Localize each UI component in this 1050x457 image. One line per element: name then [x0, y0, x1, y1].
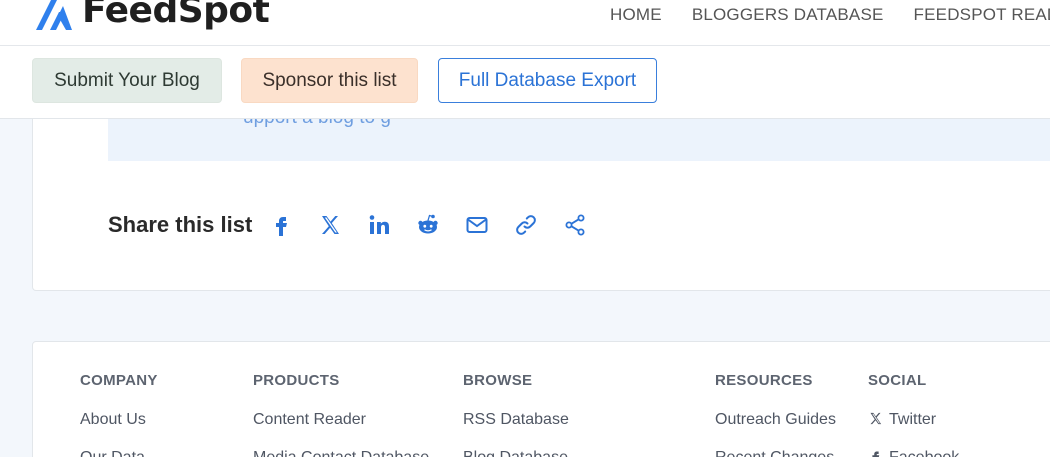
- footer-heading-social: SOCIAL: [868, 372, 927, 389]
- footer-link-facebook[interactable]: Facebook: [868, 448, 959, 457]
- callout-partial-text: upport a blog to g: [243, 119, 391, 129]
- footer-col-resources: RESOURCES Outreach Guides Recent Changes: [715, 372, 836, 457]
- x-twitter-icon[interactable]: [317, 212, 343, 238]
- main-nav: HOME BLOGGERS DATABASE FEEDSPOT READER: [610, 5, 1050, 25]
- sponsor-list-button[interactable]: Sponsor this list: [241, 58, 418, 103]
- footer-link-recent-changes[interactable]: Recent Changes: [715, 448, 836, 457]
- footer-link-media-contact-database[interactable]: Media Contact Database: [253, 448, 429, 457]
- footer-link-blog-database[interactable]: Blog Database: [463, 448, 569, 457]
- linkedin-icon[interactable]: [366, 212, 392, 238]
- brand-name: FeedSpot: [82, 0, 270, 31]
- footer-heading-browse: BROWSE: [463, 372, 533, 389]
- footer-link-rss-database[interactable]: RSS Database: [463, 410, 569, 430]
- footer-link-outreach-guides[interactable]: Outreach Guides: [715, 410, 836, 430]
- x-twitter-icon: [870, 412, 882, 425]
- nav-home[interactable]: HOME: [610, 5, 662, 25]
- link-icon[interactable]: [513, 212, 539, 238]
- feedspot-logo-icon: [36, 0, 72, 30]
- footer-link-content-reader[interactable]: Content Reader: [253, 410, 429, 430]
- footer-link-about-us[interactable]: About Us: [80, 410, 158, 430]
- database-export-button[interactable]: Full Database Export: [438, 58, 657, 103]
- reddit-icon[interactable]: [415, 212, 441, 238]
- facebook-icon: [872, 451, 880, 457]
- share-title: Share this list: [108, 212, 253, 237]
- footer-col-social: SOCIAL Twitter Facebook: [868, 372, 959, 457]
- action-bar: Submit Your Blog Sponsor this list Full …: [0, 46, 1050, 119]
- top-navbar: FeedSpot HOME BLOGGERS DATABASE FEEDSPOT…: [0, 0, 1050, 46]
- nav-bloggers-database[interactable]: BLOGGERS DATABASE: [692, 5, 884, 25]
- footer-heading-products: PRODUCTS: [253, 372, 340, 389]
- facebook-icon[interactable]: [268, 212, 294, 238]
- footer-twitter-label: Twitter: [889, 411, 937, 428]
- footer-col-browse: BROWSE RSS Database Blog Database: [463, 372, 569, 457]
- share-bar: Share this list: [108, 212, 611, 238]
- footer-link-twitter[interactable]: Twitter: [868, 410, 959, 430]
- nav-feedspot-reader[interactable]: FEEDSPOT READER: [914, 5, 1050, 25]
- submit-blog-button[interactable]: Submit Your Blog: [32, 58, 222, 103]
- info-callout: upport a blog to g: [108, 119, 1050, 161]
- footer-heading-resources: RESOURCES: [715, 372, 813, 389]
- footer-link-our-data[interactable]: Our Data: [80, 448, 158, 457]
- footer-facebook-label: Facebook: [889, 449, 959, 457]
- email-icon[interactable]: [464, 212, 490, 238]
- footer-col-company: COMPANY About Us Our Data: [80, 372, 158, 457]
- share-icon[interactable]: [562, 212, 588, 238]
- footer-col-products: PRODUCTS Content Reader Media Contact Da…: [253, 372, 429, 457]
- site-footer: COMPANY About Us Our Data PRODUCTS Conte…: [32, 341, 1050, 457]
- feedspot-logo[interactable]: FeedSpot: [32, 0, 270, 31]
- footer-heading-company: COMPANY: [80, 372, 158, 389]
- content-card: upport a blog to g Share this list: [32, 119, 1050, 291]
